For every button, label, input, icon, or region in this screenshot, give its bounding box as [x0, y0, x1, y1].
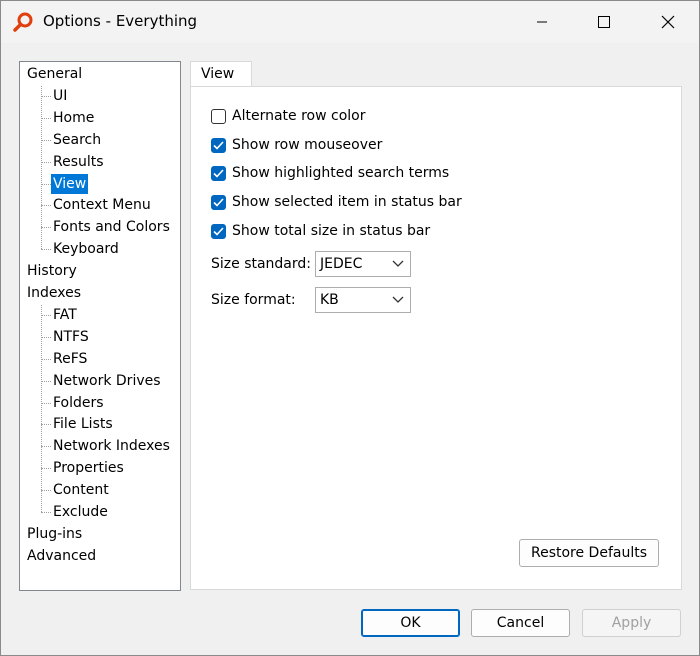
- tree-branch-line: [41, 402, 51, 404]
- checkmark-icon: [213, 197, 224, 207]
- magnifier-app-icon: [13, 12, 33, 32]
- select-value: JEDEC: [320, 256, 363, 272]
- checkmark-icon: [213, 226, 224, 236]
- cancel-button[interactable]: Cancel: [471, 609, 570, 637]
- maximize-button[interactable]: [581, 1, 627, 43]
- tree-item-search[interactable]: Search: [53, 130, 101, 150]
- restore-defaults-button[interactable]: Restore Defaults: [519, 539, 659, 567]
- title-bar[interactable]: Options - Everything: [1, 1, 699, 43]
- tree-branch-line: [41, 183, 51, 185]
- tree-branch-line: [41, 380, 51, 382]
- tree-branch-line: [41, 512, 51, 513]
- show-highlighted-search-terms-checkbox[interactable]: Show highlighted search terms: [211, 162, 449, 184]
- ok-button[interactable]: OK: [361, 609, 460, 637]
- tree-item-network-drives[interactable]: Network Drives: [53, 371, 161, 391]
- checkbox-box: [211, 194, 226, 210]
- tree-branch-line: [41, 95, 51, 97]
- tree-item-content[interactable]: Content: [53, 480, 109, 500]
- options-window: Options - Everything General UI Home Search…: [0, 0, 700, 656]
- tree-item-context-menu[interactable]: Context Menu: [53, 195, 151, 215]
- tree-branch-line: [41, 424, 51, 426]
- tree-branch-line: [41, 161, 51, 163]
- checkbox-label: Show row mouseover: [232, 137, 383, 153]
- tree-branch-line: [41, 358, 51, 360]
- tree-branch-line: [41, 205, 51, 207]
- checkbox-box: [211, 223, 226, 239]
- tree-item-ntfs[interactable]: NTFS: [53, 327, 89, 347]
- tree-item-view[interactable]: View: [51, 173, 89, 194]
- tree-item-indexes[interactable]: Indexes: [27, 283, 81, 303]
- tree-item-exclude[interactable]: Exclude: [53, 502, 108, 522]
- chevron-down-icon: [392, 296, 404, 303]
- checkbox-box: [211, 108, 226, 124]
- tree-branch-line: [41, 139, 51, 141]
- tree-branch-line: [41, 227, 51, 229]
- tree-item-file-lists[interactable]: File Lists: [53, 414, 113, 434]
- show-selected-item-in-status-bar-checkbox[interactable]: Show selected item in status bar: [211, 191, 462, 213]
- alternate-row-color-checkbox[interactable]: Alternate row color: [211, 105, 365, 127]
- checkbox-label: Show highlighted search terms: [232, 165, 450, 181]
- tree-item-fat[interactable]: FAT: [53, 305, 77, 325]
- tree-branch-line: [41, 468, 51, 470]
- tree-item-properties[interactable]: Properties: [53, 458, 124, 478]
- size-standard-select[interactable]: JEDEC: [315, 251, 411, 277]
- checkmark-icon: [213, 140, 224, 150]
- checkbox-label: Show selected item in status bar: [232, 194, 462, 210]
- tree-branch-line: [41, 336, 51, 338]
- tree-guide-line: [41, 86, 42, 249]
- tree-item-advanced[interactable]: Advanced: [27, 546, 96, 566]
- checkbox-label: Alternate row color: [232, 108, 366, 124]
- tree-branch-line: [41, 446, 51, 448]
- tree-branch-line: [41, 249, 51, 251]
- tree-item-folders[interactable]: Folders: [53, 393, 104, 413]
- size-format-select[interactable]: KB: [315, 287, 411, 313]
- options-tree[interactable]: General UI Home Search Results View Context Me…: [19, 61, 181, 591]
- close-icon: [661, 15, 675, 29]
- size-standard-label: Size standard:: [211, 256, 312, 272]
- checkmark-icon: [213, 168, 224, 178]
- checkbox-label: Show total size in status bar: [232, 223, 431, 239]
- checkbox-box: [211, 137, 226, 153]
- tree-item-fonts-and-colors[interactable]: Fonts and Colors: [53, 217, 170, 237]
- window-title: Options - Everything: [43, 12, 198, 30]
- tree-item-results[interactable]: Results: [53, 152, 104, 172]
- minimize-icon: [537, 21, 547, 23]
- tab-label: View: [201, 66, 235, 82]
- maximize-icon: [598, 16, 610, 28]
- show-total-size-in-status-bar-checkbox[interactable]: Show total size in status bar: [211, 220, 430, 242]
- tree-item-ui[interactable]: UI: [53, 86, 67, 106]
- size-format-label: Size format:: [211, 292, 296, 308]
- chevron-down-icon: [392, 260, 404, 267]
- checkbox-box: [211, 165, 226, 181]
- tab-view[interactable]: View: [190, 61, 252, 88]
- tree-item-keyboard[interactable]: Keyboard: [53, 239, 119, 259]
- tree-item-refs[interactable]: ReFS: [53, 349, 87, 369]
- minimize-button[interactable]: [519, 1, 565, 43]
- tree-branch-line: [41, 314, 51, 316]
- tree-item-network-indexes[interactable]: Network Indexes: [53, 436, 170, 456]
- tree-branch-line: [41, 117, 51, 119]
- tree-item-plug-ins[interactable]: Plug-ins: [27, 524, 82, 544]
- close-button[interactable]: [645, 1, 691, 43]
- apply-button[interactable]: Apply: [582, 609, 681, 637]
- tree-branch-line: [41, 490, 51, 492]
- tree-item-general[interactable]: General: [27, 64, 82, 84]
- select-value: KB: [320, 292, 339, 308]
- tree-item-history[interactable]: History: [27, 261, 77, 281]
- tree-item-home[interactable]: Home: [53, 108, 94, 128]
- show-row-mouseover-checkbox[interactable]: Show row mouseover: [211, 134, 382, 156]
